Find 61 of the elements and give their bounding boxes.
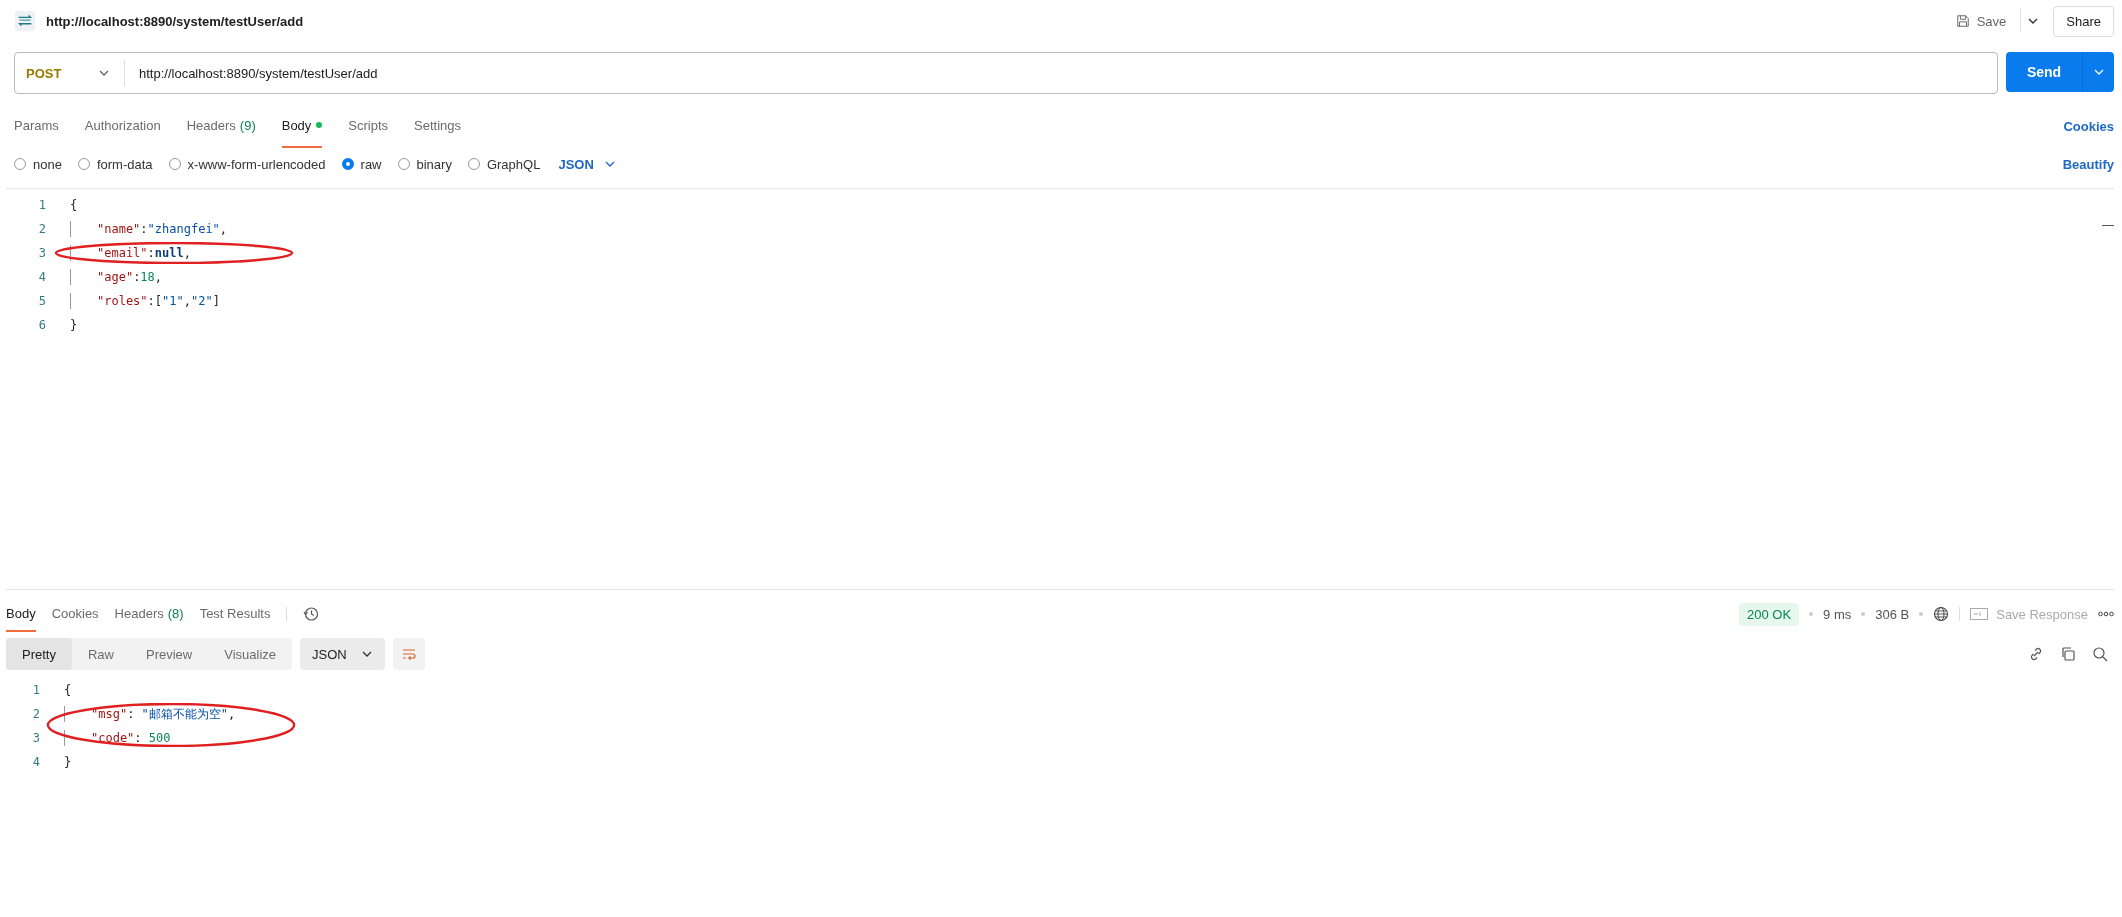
globe-icon[interactable] (1933, 606, 1950, 622)
http-request-icon (14, 10, 36, 32)
code-line: "roles":["1","2"] (70, 293, 220, 309)
response-time: 9 ms (1823, 606, 1852, 622)
link-icon[interactable] (2028, 646, 2044, 662)
share-button[interactable]: Share (2053, 5, 2114, 37)
code-line: "name":"zhangfei", (70, 221, 228, 237)
request-tab[interactable]: Headers (9) (186, 104, 256, 148)
request-tab[interactable]: Settings (414, 104, 462, 148)
save-response-icon (1970, 608, 1989, 620)
line-number: 5 (37, 294, 47, 308)
line-number: 1 (31, 683, 41, 697)
body-type-radio[interactable]: form-data (77, 156, 153, 172)
response-size: 306 B (1875, 606, 1910, 622)
response-tab[interactable]: Body (6, 596, 36, 632)
line-number: 3 (37, 246, 47, 260)
line-number: 3 (31, 731, 41, 745)
code-line: } (63, 754, 72, 770)
save-button[interactable]: Save (1948, 9, 2013, 33)
code-line: { (63, 682, 72, 698)
body-type-radio[interactable]: GraphQL (467, 156, 541, 172)
body-type-radio[interactable]: none (14, 156, 62, 172)
body-type-radio[interactable]: binary (397, 156, 452, 172)
code-line: { (69, 197, 78, 213)
body-type-radio[interactable]: x-www-form-urlencoded (168, 156, 326, 172)
line-number: 2 (37, 222, 47, 236)
view-mode-tab[interactable]: Pretty (6, 638, 72, 670)
view-mode-tab[interactable]: Preview (130, 638, 209, 670)
status-badge: 200 OK (1738, 602, 1800, 626)
response-tab[interactable]: Test Results (199, 596, 271, 632)
line-number: 6 (37, 318, 47, 332)
response-tab[interactable]: Cookies (51, 596, 99, 632)
code-line: "msg": "邮箱不能为空", (64, 706, 236, 722)
code-line: } (69, 317, 78, 333)
view-mode-tab[interactable]: Raw (71, 638, 130, 670)
line-number: 2 (31, 707, 41, 721)
format-dropdown[interactable]: JSON (558, 156, 616, 172)
request-tab[interactable]: Authorization (84, 104, 161, 148)
response-tab[interactable]: Headers (8) (114, 596, 184, 632)
view-mode-tab[interactable]: Visualize (208, 638, 293, 670)
code-line: "age":18, (70, 269, 163, 285)
request-tab[interactable]: Scripts (348, 104, 389, 148)
line-number: 4 (31, 755, 41, 769)
response-format-dropdown[interactable]: JSON (300, 638, 385, 670)
search-icon[interactable] (2092, 646, 2108, 662)
request-body-editor[interactable]: 1 { 2 "name":"zhangfei", 3 "email":null, 4 "age":18, 5 "roles":["1","2"] 6 } (6, 188, 2114, 590)
code-line: "email":null, (70, 245, 191, 261)
copy-icon[interactable] (2060, 646, 2076, 662)
body-type-radio[interactable]: raw (341, 156, 382, 172)
code-line: "code": 500 (64, 730, 171, 746)
request-url-bar[interactable]: POST http://localhost:8890/system/testUser/add (14, 52, 1998, 94)
cookies-link[interactable]: Cookies (2063, 118, 2114, 134)
line-number: 4 (37, 270, 47, 284)
request-title: http://localhost:8890/system/testUser/add (46, 13, 304, 29)
beautify-link[interactable]: Beautify (2062, 156, 2114, 172)
request-tab[interactable]: Body (281, 104, 323, 148)
send-button[interactable]: Send (2006, 52, 2082, 92)
more-icon[interactable] (2098, 611, 2114, 617)
history-icon[interactable] (303, 606, 320, 622)
line-number: 1 (37, 198, 47, 212)
request-tab[interactable]: Params (14, 104, 59, 148)
